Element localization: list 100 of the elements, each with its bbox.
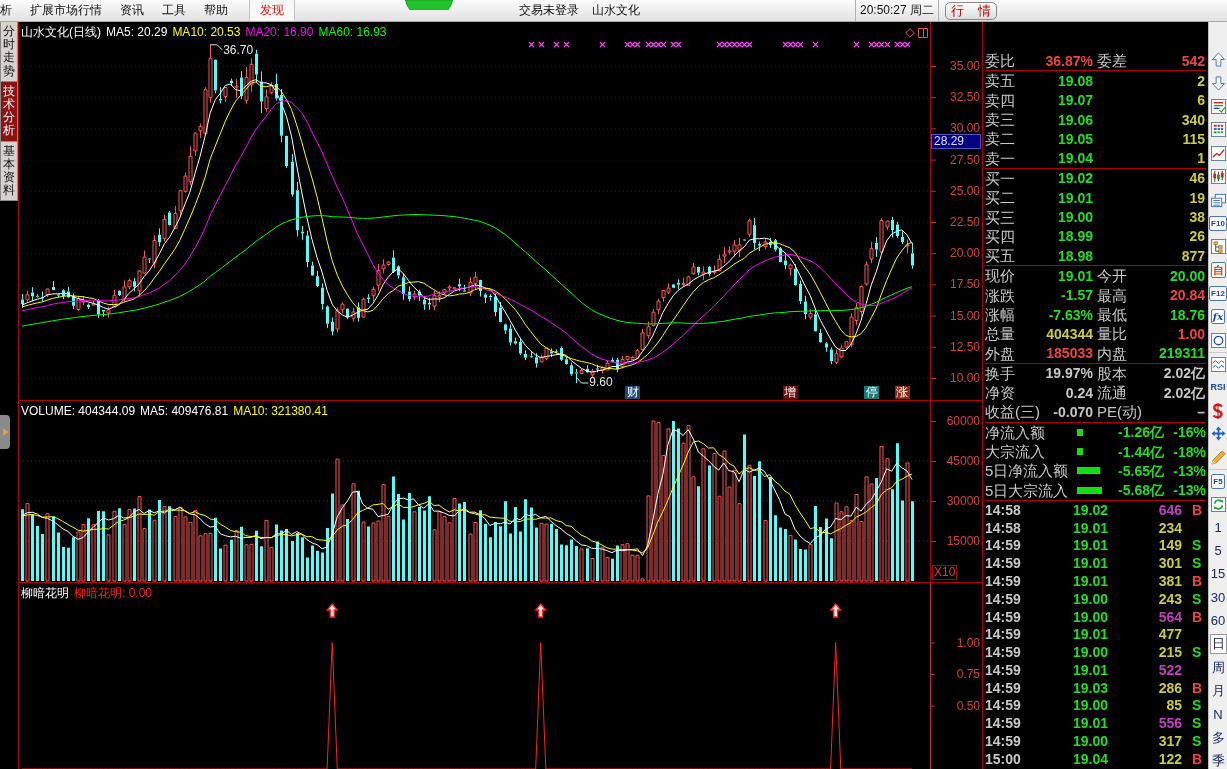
diamond-icon[interactable] xyxy=(905,28,915,38)
period-button[interactable]: N xyxy=(1211,705,1225,724)
chart-title: 山水文化(日线) xyxy=(21,25,101,39)
side-tab[interactable]: 分时走势 xyxy=(0,22,18,82)
up-arrow-icon[interactable] xyxy=(1210,52,1226,68)
indicator-name: 柳暗花明 xyxy=(21,586,69,600)
tick-mark xyxy=(931,190,937,192)
trade-time: 14:59 xyxy=(985,644,1022,661)
trade-volume: 85 xyxy=(1165,697,1182,714)
field-value: -7.63% xyxy=(1048,306,1093,323)
circle-icon[interactable] xyxy=(1210,332,1226,348)
quote-button[interactable]: 行 情 xyxy=(945,1,997,20)
field-value: 18.76 xyxy=(1169,306,1205,323)
trade-price: 19.02 xyxy=(1073,501,1110,518)
up-arrow-icon xyxy=(534,603,548,618)
period-button[interactable]: 1 xyxy=(1212,518,1224,537)
field-value: 19.97% xyxy=(1045,365,1093,382)
tick-mark xyxy=(931,66,937,67)
report-list-icon[interactable] xyxy=(1210,98,1226,114)
axis-label: 0.75 xyxy=(956,667,980,682)
period-button[interactable]: 30 xyxy=(1208,588,1227,607)
field-label: 收益(三) xyxy=(985,403,1040,421)
trade-side: S xyxy=(1192,590,1202,607)
table-icon[interactable] xyxy=(1210,122,1226,138)
flow-amount: -5.68亿 xyxy=(1117,482,1164,499)
field-label: 现价 xyxy=(985,267,1015,285)
tick-mark xyxy=(931,541,937,542)
axis-label: 32.50 xyxy=(949,90,980,105)
event-tag[interactable]: 增 xyxy=(782,386,798,399)
collapse-handle-icon[interactable] xyxy=(0,415,11,450)
order-level-label: 买二 xyxy=(985,189,1015,207)
period-button[interactable]: 60 xyxy=(1208,612,1227,631)
down-arrow-icon[interactable] xyxy=(1210,75,1226,91)
field-label: 流通 xyxy=(1097,384,1127,402)
trade-price: 19.01 xyxy=(1073,519,1110,536)
tool-button[interactable]: F10 xyxy=(1209,215,1227,231)
field-value: 1.00 xyxy=(1177,325,1205,342)
axis-label: 22.50 xyxy=(949,215,980,229)
field-value: 36.87% xyxy=(1045,52,1093,69)
stacked-windows-icon[interactable] xyxy=(1210,192,1226,208)
tool-button[interactable]: 自 xyxy=(1210,262,1226,279)
menu-item[interactable]: 工具 xyxy=(153,0,195,21)
order-level-label: 卖五 xyxy=(985,72,1015,90)
period-button[interactable]: 日 xyxy=(1209,634,1227,655)
tick-mark xyxy=(931,315,937,317)
order-price: 19.02 xyxy=(1057,170,1093,187)
period-button[interactable]: 月 xyxy=(1209,682,1227,701)
menu-item[interactable]: 发现 xyxy=(249,0,295,21)
axis-label: 17.50 xyxy=(949,277,980,292)
period-button[interactable]: 多 xyxy=(1209,729,1227,747)
menu-item[interactable]: 扩展市场行情 xyxy=(21,0,111,21)
field-label: 股本 xyxy=(1097,364,1127,382)
period-button[interactable]: 15 xyxy=(1208,565,1227,584)
move-icon[interactable] xyxy=(1210,426,1226,442)
menu-item[interactable]: 析 xyxy=(0,0,21,21)
period-button[interactable]: 季 xyxy=(1209,752,1227,769)
line-chart-icon[interactable] xyxy=(1210,145,1226,161)
trade-volume: 556 xyxy=(1157,715,1182,732)
side-tab[interactable]: 技术分析 xyxy=(0,81,18,142)
axis-label: 25.00 xyxy=(949,183,980,198)
indicator-legend: 柳暗花明: 0.00 xyxy=(74,586,153,600)
tool-button[interactable]: F12 xyxy=(1209,286,1227,302)
field-label: 最低 xyxy=(1097,306,1127,323)
field-value: 2.02亿 xyxy=(1163,365,1205,382)
tool-button[interactable]: RSI xyxy=(1210,381,1226,393)
order-level-label: 买四 xyxy=(985,227,1015,245)
refresh-icon[interactable] xyxy=(1210,496,1226,512)
pencil-icon[interactable] xyxy=(1210,449,1226,465)
order-price: 19.00 xyxy=(1057,209,1093,225)
tool-button[interactable]: F5 xyxy=(1211,473,1225,489)
menu-item[interactable]: 帮助 xyxy=(195,0,237,21)
order-volume: 340 xyxy=(1181,111,1205,128)
legend-value: MA5: 409476.81 xyxy=(140,404,229,418)
event-tag[interactable]: 涨 xyxy=(894,386,910,399)
order-level-label: 卖四 xyxy=(985,91,1015,109)
period-button[interactable]: 周 xyxy=(1209,658,1227,677)
trade-status-link[interactable]: 交易未登录 xyxy=(519,2,579,19)
candlestick-icon[interactable] xyxy=(1210,169,1226,185)
field-label: 今开 xyxy=(1097,267,1127,285)
tree-icon[interactable] xyxy=(1210,239,1226,255)
panel-toggle-icon[interactable] xyxy=(918,28,928,38)
period-button[interactable]: 5 xyxy=(1212,541,1224,560)
field-value: 0.24 xyxy=(1065,384,1093,401)
menu-item[interactable]: 资讯 xyxy=(111,0,153,21)
trade-side: B xyxy=(1192,750,1203,767)
trade-price: 19.01 xyxy=(1073,537,1110,554)
tick-mark xyxy=(931,159,937,161)
dollar-icon[interactable] xyxy=(1212,402,1224,419)
stock-name-label: 山水文化 xyxy=(592,2,640,19)
tool-button[interactable]: fx xyxy=(1210,309,1226,325)
trade-volume: 522 xyxy=(1157,661,1182,678)
event-tag[interactable]: 停 xyxy=(864,386,880,399)
field-label: 5日大宗流入 xyxy=(985,481,1070,499)
side-tab[interactable]: 基本资料 xyxy=(0,141,18,202)
trade-side: S xyxy=(1192,644,1202,661)
trade-side: S xyxy=(1192,733,1202,750)
event-tag[interactable]: 财 xyxy=(625,386,641,399)
field-label: 涨跌 xyxy=(985,286,1015,304)
wave-chart-icon[interactable] xyxy=(1210,356,1226,372)
trade-time: 14:59 xyxy=(985,733,1022,750)
